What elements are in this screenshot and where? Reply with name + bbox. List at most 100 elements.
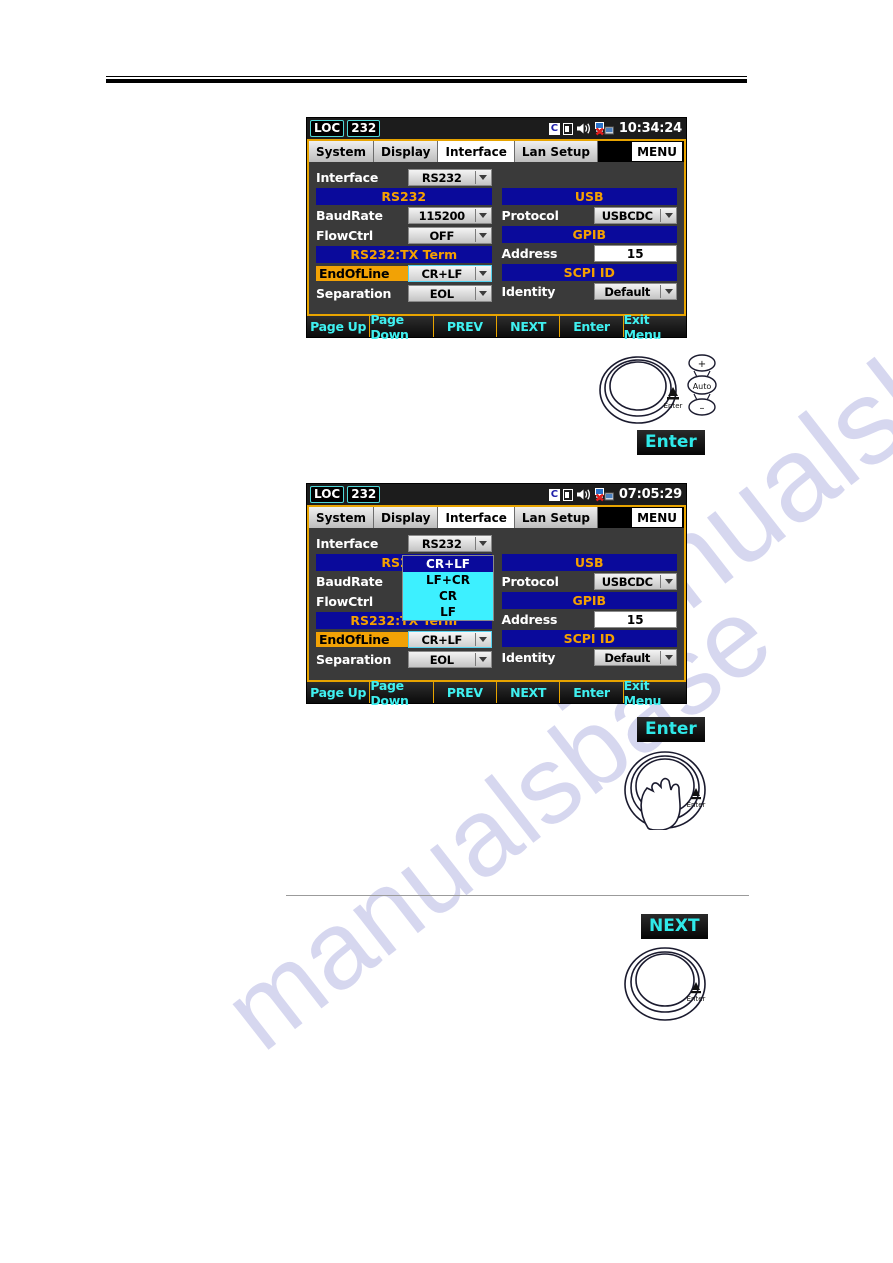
network-disconnected-icon	[594, 487, 614, 502]
right-column: USB Protocol USBCDC GPIB Address 15 SCPI…	[501, 534, 677, 670]
menu-button[interactable]: MENU	[632, 508, 682, 527]
protocol-label: Protocol	[501, 574, 559, 589]
dropdown-option-cr[interactable]: CR	[403, 588, 493, 604]
flowctrl-select[interactable]: OFF	[408, 227, 492, 244]
softkey-page-up[interactable]: Page Up	[307, 682, 371, 703]
flowctrl-label: FlowCtrl	[316, 228, 373, 243]
softkey-bar: Page Up Page Down PREV NEXT Enter Exit M…	[307, 312, 686, 342]
section-header-gpib: GPIB	[501, 592, 677, 609]
settings-panel: Interface RS232 RS232 BaudRate 115200	[309, 528, 684, 680]
status-clock: 10:34:24	[618, 121, 682, 136]
status-bar: LOC 232 C 10:34:24	[307, 118, 686, 139]
flowctrl-value: OFF	[429, 228, 455, 243]
endofline-label: EndOfLine	[316, 632, 408, 647]
svg-text:Enter: Enter	[687, 995, 706, 1003]
status-badge-loc: LOC	[310, 120, 345, 137]
dropdown-option-cr-lf[interactable]: CR+LF	[403, 556, 493, 572]
interface-select[interactable]: RS232	[408, 169, 492, 186]
softkey-page-down[interactable]: Page Down	[370, 678, 434, 708]
protocol-select[interactable]: USBCDC	[593, 207, 677, 224]
softkey-page-down[interactable]: Page Down	[370, 312, 434, 342]
screen-body: System Display Interface Lan Setup MENU …	[307, 505, 686, 680]
tab-display[interactable]: Display	[374, 507, 439, 528]
interface-label: Interface	[316, 170, 379, 185]
svg-text:+: +	[698, 359, 706, 370]
protocol-row: Protocol USBCDC	[501, 206, 677, 225]
softkey-exit-menu[interactable]: Exit Menu	[624, 312, 686, 342]
tab-interface[interactable]: Interface	[438, 507, 515, 528]
softkey-next[interactable]: NEXT	[497, 682, 561, 703]
section-header-gpib: GPIB	[501, 226, 677, 243]
separation-row: Separation EOL	[316, 284, 492, 303]
baudrate-select[interactable]: 115200	[408, 207, 492, 224]
identity-value: Default	[604, 650, 651, 665]
tab-lan-setup[interactable]: Lan Setup	[514, 507, 598, 528]
instrument-screen-2: LOC 232 C 07:05:29 System Display Interf…	[306, 483, 687, 708]
endofline-select[interactable]: CR+LF	[408, 265, 492, 282]
identity-row: Identity Default	[501, 648, 677, 667]
menu-button[interactable]: MENU	[632, 142, 682, 161]
chevron-down-icon	[661, 213, 676, 218]
section-header-usb: USB	[501, 188, 677, 205]
softkey-prev[interactable]: PREV	[434, 316, 497, 337]
chevron-down-icon	[476, 175, 491, 180]
baudrate-label: BaudRate	[316, 574, 383, 589]
address-input[interactable]: 15	[593, 611, 677, 628]
separation-label: Separation	[316, 286, 392, 301]
tab-interface[interactable]: Interface	[438, 141, 515, 162]
separation-select[interactable]: EOL	[408, 651, 492, 668]
softkey-page-up[interactable]: Page Up	[307, 316, 371, 337]
svg-text:Auto: Auto	[693, 382, 712, 391]
softkey-prev[interactable]: PREV	[434, 682, 497, 703]
softkey-enter[interactable]: Enter	[560, 316, 624, 337]
chevron-down-icon	[476, 233, 491, 238]
endofline-select[interactable]: CR+LF	[408, 631, 492, 648]
tab-row: System Display Interface Lan Setup MENU	[309, 141, 684, 162]
step-1-key-label: Enter	[637, 430, 705, 455]
protocol-label: Protocol	[501, 208, 559, 223]
address-row: Address 15	[501, 610, 677, 629]
tab-display[interactable]: Display	[374, 141, 439, 162]
interface-select[interactable]: RS232	[408, 535, 492, 552]
separation-select[interactable]: EOL	[408, 285, 492, 302]
dropdown-option-lf-cr[interactable]: LF+CR	[403, 572, 493, 588]
dropdown-option-lf[interactable]: LF	[403, 604, 493, 620]
tab-system[interactable]: System	[309, 141, 374, 162]
step-1-knob-illustration: Enter + Auto –	[596, 352, 724, 429]
endofline-dropdown-list[interactable]: CR+LF LF+CR CR LF	[402, 555, 494, 621]
identity-value: Default	[604, 284, 651, 299]
status-icons: C 10:34:24	[548, 121, 682, 136]
protocol-select[interactable]: USBCDC	[593, 573, 677, 590]
identity-label: Identity	[501, 650, 556, 665]
chevron-down-icon	[476, 541, 491, 546]
separation-value: EOL	[429, 286, 454, 301]
section-header-rs232: RS232	[316, 188, 492, 205]
identity-select[interactable]: Default	[593, 283, 677, 300]
softkey-exit-menu[interactable]: Exit Menu	[624, 678, 686, 708]
status-badge-232: 232	[347, 120, 381, 137]
tab-row: System Display Interface Lan Setup MENU	[309, 507, 684, 528]
section-header-txterm: RS232:TX Term	[316, 246, 492, 263]
step-3-key-label: NEXT	[641, 914, 708, 939]
endofline-row: EndOfLine CR+LF	[316, 264, 492, 283]
interface-value: RS232	[421, 536, 462, 551]
tab-system[interactable]: System	[309, 507, 374, 528]
right-column: USB Protocol USBCDC GPIB Address 15 SCPI…	[501, 168, 677, 304]
screen-body: System Display Interface Lan Setup MENU …	[307, 139, 686, 314]
separation-value: EOL	[429, 652, 454, 667]
network-disconnected-icon	[594, 121, 614, 136]
identity-select[interactable]: Default	[593, 649, 677, 666]
address-input[interactable]: 15	[593, 245, 677, 262]
softkey-enter[interactable]: Enter	[560, 682, 624, 703]
baudrate-label: BaudRate	[316, 208, 383, 223]
address-label: Address	[501, 612, 558, 627]
endofline-row: EndOfLine CR+LF	[316, 630, 492, 649]
interface-value: RS232	[421, 170, 462, 185]
step-3-knob-illustration: Enter	[620, 944, 712, 1027]
identity-row: Identity Default	[502, 282, 677, 301]
interface-row: Interface RS232	[316, 168, 492, 187]
softkey-next[interactable]: NEXT	[497, 316, 561, 337]
section-divider	[286, 895, 749, 896]
endofline-value: CR+LF	[421, 266, 463, 281]
tab-lan-setup[interactable]: Lan Setup	[514, 141, 598, 162]
